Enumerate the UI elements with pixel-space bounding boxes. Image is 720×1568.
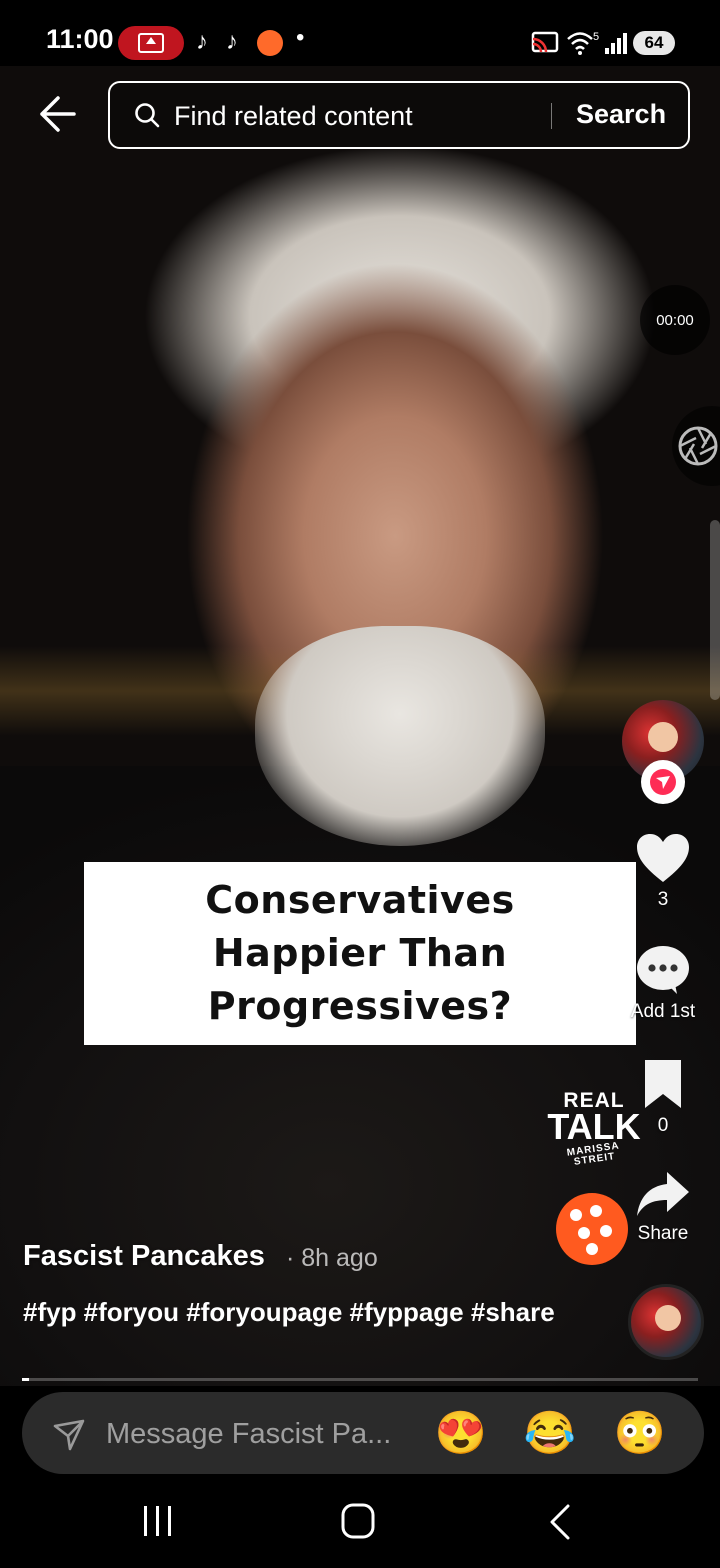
video-subject-beard: [255, 626, 545, 846]
comment-count: Add 1st: [630, 1001, 696, 1022]
back-nav-icon[interactable]: [536, 1500, 586, 1544]
tiktok-icon: ♪: [196, 28, 208, 55]
comment-button[interactable]: Add 1st: [618, 944, 708, 1023]
share-label: Share: [637, 1223, 689, 1244]
caption-line: Progressives?: [207, 984, 513, 1028]
status-bar: 11:00 ♪ ♪ • 5 64: [0, 0, 720, 66]
like-count: 3: [657, 889, 669, 910]
post-hashtags[interactable]: #fyp #foryou #foryoupage #fyppage #share: [23, 1294, 563, 1330]
video-timer[interactable]: 00:00: [640, 285, 710, 355]
send-plane-icon: [650, 769, 676, 795]
tiktok-icon: ♪: [226, 28, 238, 55]
record-icon: [257, 30, 283, 56]
status-time: 11:00: [46, 24, 114, 54]
author-name[interactable]: Fascist Pancakes: [23, 1240, 265, 1273]
follow-button[interactable]: [641, 760, 685, 804]
post-time: · 8h ago: [286, 1244, 378, 1272]
caption-line: Conservatives: [205, 878, 515, 922]
share-arrow-icon: [637, 1172, 689, 1216]
real-talk-logo: REAL TALK MARISSA STREIT: [546, 1090, 642, 1168]
video-progress-bar[interactable]: [22, 1378, 698, 1381]
dot-icon: •: [296, 24, 305, 51]
battery-level: 64: [644, 33, 664, 52]
search-input[interactable]: [172, 95, 646, 137]
search-button[interactable]: Search: [576, 99, 666, 130]
search-divider: [551, 103, 552, 129]
signal-icon: [605, 33, 627, 54]
share-button[interactable]: Share: [618, 1170, 708, 1245]
svg-text:5: 5: [593, 31, 599, 43]
progress-fill: [22, 1378, 29, 1381]
video-caption-card: Conservatives Happier Than Progressives?: [84, 862, 636, 1045]
search-bar[interactable]: Search: [108, 81, 690, 149]
video-player[interactable]: [0, 66, 720, 1386]
message-bar[interactable]: 😍 😂 😳: [22, 1392, 704, 1474]
heart-icon: [637, 834, 689, 882]
timer-text: 00:00: [656, 311, 694, 329]
recent-apps-icon[interactable]: [132, 1500, 182, 1544]
system-nav-bar: [0, 1474, 720, 1568]
aperture-icon: [678, 426, 718, 466]
like-button[interactable]: 3: [618, 832, 708, 911]
screen-record-icon: [118, 26, 184, 60]
emoji-flushed-button[interactable]: 😳: [613, 1406, 667, 1460]
comment-bubble-icon: [637, 946, 689, 994]
sound-disc[interactable]: [628, 1284, 704, 1360]
message-input[interactable]: [104, 1412, 430, 1456]
battery-icon: 64: [633, 31, 675, 55]
search-icon: [135, 103, 160, 128]
scroll-indicator[interactable]: [710, 520, 720, 700]
home-icon[interactable]: [333, 1500, 383, 1544]
emoji-heart-eyes-button[interactable]: 😍: [434, 1406, 488, 1460]
send-plane-icon: [53, 1419, 85, 1451]
video-subject-shirt: [0, 766, 720, 1386]
cast-icon: [531, 31, 559, 53]
caption-line: Happier Than: [212, 931, 508, 975]
wifi-5-icon: 5: [567, 31, 599, 55]
emoji-laughing-button[interactable]: 😂: [523, 1406, 577, 1460]
back-arrow-icon[interactable]: [38, 94, 78, 134]
bookmark-icon: [645, 1060, 681, 1108]
